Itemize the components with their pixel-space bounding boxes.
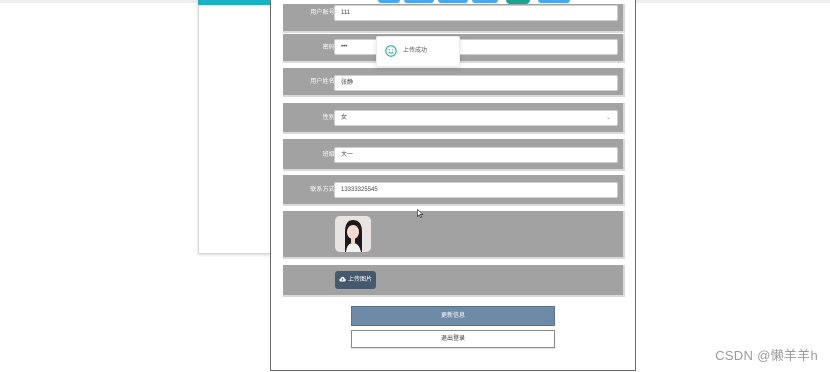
contact-label: 联系方式 bbox=[310, 187, 335, 193]
grade-input[interactable]: 大一 bbox=[334, 147, 618, 163]
upload-button-label: 上传图片 bbox=[347, 277, 372, 283]
upload-image-button[interactable]: 上传图片 bbox=[335, 271, 376, 289]
contact-input[interactable]: 13333325545 bbox=[334, 182, 618, 198]
avatar-row bbox=[283, 211, 625, 259]
username-label: 用户姓名 bbox=[310, 79, 335, 85]
toolbar-button[interactable] bbox=[538, 0, 570, 3]
gender-row: 性别 女 ⌄ bbox=[283, 103, 625, 134]
update-info-button[interactable]: 更新信息 bbox=[351, 306, 555, 326]
mouse-cursor-icon bbox=[417, 209, 424, 218]
username-row: 用户姓名 张静 bbox=[283, 68, 625, 97]
smile-icon bbox=[385, 45, 397, 57]
password-label: 密码 bbox=[322, 45, 335, 51]
account-input[interactable]: 111 bbox=[334, 5, 618, 21]
upload-row: 上传图片 bbox=[283, 265, 625, 297]
toolbar-button[interactable] bbox=[404, 0, 434, 3]
account-label: 用户账号 bbox=[310, 10, 335, 16]
toolbar-button[interactable] bbox=[378, 0, 400, 3]
contact-row: 联系方式 13333325545 bbox=[283, 175, 625, 206]
gender-label: 性别 bbox=[322, 115, 335, 121]
cloud-upload-icon bbox=[339, 277, 346, 282]
gender-value: 女 bbox=[341, 115, 348, 121]
grade-row: 班级 大一 bbox=[283, 139, 625, 171]
logout-button[interactable]: 退出登录 bbox=[351, 330, 555, 348]
grade-label: 班级 bbox=[322, 152, 335, 158]
chevron-down-icon: ⌄ bbox=[605, 115, 611, 121]
toolbar-button[interactable] bbox=[438, 0, 468, 3]
background-panel bbox=[198, 0, 280, 254]
toolbar-button[interactable] bbox=[472, 0, 498, 3]
success-toast: 上传成功 bbox=[376, 36, 460, 67]
account-row: 用户账号 111 bbox=[283, 4, 625, 33]
gender-select[interactable]: 女 ⌄ bbox=[334, 110, 618, 126]
watermark: CSDN @懒羊羊h bbox=[715, 348, 818, 363]
username-input[interactable]: 张静 bbox=[334, 75, 618, 91]
toast-message: 上传成功 bbox=[403, 48, 428, 54]
avatar bbox=[335, 216, 371, 252]
avatar-photo bbox=[335, 216, 371, 252]
background-panel-accent bbox=[198, 0, 278, 5]
